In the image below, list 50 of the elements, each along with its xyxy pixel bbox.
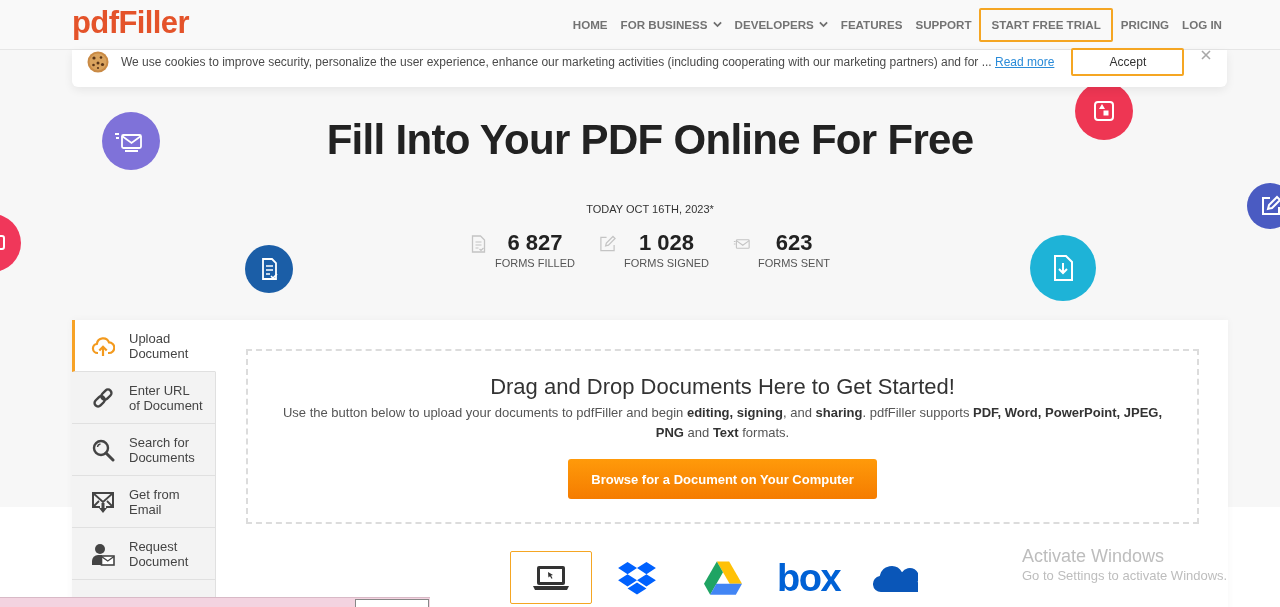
accept-button[interactable]: Accept <box>1071 48 1185 76</box>
nav-button[interactable]: START FREE TRIAL <box>979 7 1113 42</box>
nav-link[interactable]: LOG IN <box>1182 17 1222 32</box>
document-icon <box>469 235 487 253</box>
nav-link[interactable]: FEATURES <box>840 17 903 32</box>
nav-link[interactable]: HOME <box>572 17 608 32</box>
stat-label: FORMS SENT <box>757 256 831 270</box>
sidebar-tab[interactable]: Get from Email <box>72 476 216 528</box>
stat-label: FORMS FILLED <box>494 256 575 270</box>
sidebar-tab[interactable]: Search for Documents <box>72 424 216 476</box>
laptop-icon <box>532 564 569 591</box>
stat-value: 1 028 <box>638 230 694 256</box>
email-download-icon <box>91 489 115 514</box>
drop-zone-text: Use the button below to upload your documents to pdfFiller and begin editing, signing, and sharing. pdfFiller supports PDF, Word, PowerPoint, JPEG, PNG and Text formats. <box>281 404 1164 442</box>
diamonds-icon <box>617 560 656 595</box>
triangle-icon <box>703 560 742 595</box>
page-title: Fill Into Your PDF Online For Free <box>326 116 974 164</box>
drop-zone[interactable] <box>246 349 1199 524</box>
browse-button[interactable]: Browse for a Document on Your Computer <box>568 459 877 499</box>
person-envelope-icon <box>91 541 115 566</box>
stat-label: FORMS SIGNED <box>624 256 709 270</box>
link-icon <box>91 385 115 410</box>
source-option[interactable] <box>509 551 592 604</box>
nav-link[interactable]: SUPPORT <box>915 17 972 32</box>
nav-link[interactable]: FOR BUSINESS <box>620 17 722 32</box>
chevron-down-icon <box>818 21 828 28</box>
cloud-icon <box>871 563 918 592</box>
document-badge-icon <box>245 245 293 293</box>
activation-text: Go to Settings to activate Windows. <box>1022 567 1228 585</box>
activation-title: Activate Windows <box>1022 545 1166 567</box>
edit-badge-icon <box>1247 183 1280 229</box>
download-badge-icon <box>1030 235 1096 301</box>
stat-value: 6 827 <box>507 230 563 256</box>
envelope-badge-icon <box>102 112 160 170</box>
chevron-down-icon <box>712 21 722 28</box>
cookie-notice-text: We use cookies to improve security, personalize the user experience, enhance our marketing activities (including cooperating with our marketing partners) and for ... Read more <box>121 55 1055 69</box>
nav-link[interactable]: PRICING <box>1120 17 1170 32</box>
stat-value: 623 <box>775 230 813 256</box>
sidebar-tab[interactable]: Request Document <box>72 528 216 580</box>
nav-link[interactable]: DEVELOPERS <box>734 17 828 32</box>
cookie-icon <box>87 51 109 73</box>
source-option[interactable]: box <box>767 551 850 604</box>
sidebar-tab[interactable]: Upload Document <box>72 320 216 372</box>
logo[interactable]: pdfFiller <box>72 5 189 40</box>
search-icon <box>91 437 115 462</box>
drop-zone-title: Drag and Drop Documents Here to Get Started! <box>489 373 956 401</box>
date-label: TODAY OCT 16TH, 2023* <box>586 202 714 216</box>
read-more-link[interactable]: Read more <box>995 55 1055 69</box>
edit-icon <box>599 235 616 253</box>
sidebar-tab[interactable]: Enter URL of Document <box>72 372 216 424</box>
